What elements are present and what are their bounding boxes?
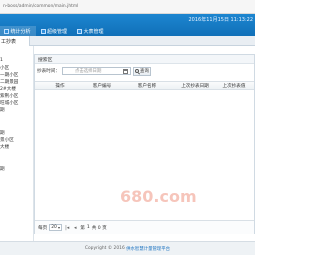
copyright-text: Copyright © 2016: [84, 246, 125, 251]
nav-label-stats: 统计分析: [10, 28, 31, 35]
query-button[interactable]: 查询: [132, 66, 151, 76]
search-icon: [134, 69, 139, 73]
col-op[interactable]: 操作: [53, 83, 67, 89]
page-info-label: 第: [80, 225, 85, 231]
nav-item-admin[interactable]: 超级管理: [36, 26, 73, 36]
reading-date-input[interactable]: 点击选择日期: [61, 67, 131, 75]
sidebar-item[interactable]: 2#大楼: [0, 86, 16, 92]
total-pages-label: 共 0 页: [91, 225, 107, 231]
tab-bar: 工抄表: [0, 36, 255, 46]
sidebar-item[interactable]: 旺城小区: [0, 100, 18, 106]
admin-icon: [40, 28, 46, 34]
col-last-date[interactable]: 上次抄表日期: [180, 83, 210, 89]
meter-icon: [77, 28, 83, 34]
search-panel-title: 搜索区: [35, 55, 254, 64]
page-size-label: 每页: [38, 225, 48, 231]
col-last-value[interactable]: 上次抄表值: [221, 83, 247, 89]
page-size-select[interactable]: 20: [49, 224, 63, 231]
chevron-down-icon: [58, 226, 61, 229]
reading-panel: 搜索区 抄表时间： 点击选择日期 查询 操作 客户编号 客户名称 上次抄表日期 …: [34, 54, 255, 234]
address-url: n-boss/admin/common/main.jhtml: [3, 4, 79, 9]
col-customer-name[interactable]: 客户名称: [136, 83, 158, 89]
sidebar-item[interactable]: 期: [0, 107, 5, 113]
nav-item-stats[interactable]: 统计分析: [0, 26, 36, 36]
sidebar-item[interactable]: 1: [0, 58, 3, 63]
search-row: 抄表时间： 点击选择日期 查询: [35, 64, 254, 78]
header-datetime: 2016年11月15日 11:13:22: [188, 17, 254, 23]
nav-label-meter: 大表管理: [83, 28, 104, 35]
footer: Copyright © 2016 供水智慧计量管理平台: [0, 241, 255, 255]
sidebar-item[interactable]: 一期小区: [0, 72, 18, 78]
app-header: 2016年11月15日 11:13:22 统计分析 超级管理 大表管理: [0, 14, 255, 36]
address-bar[interactable]: n-boss/admin/common/main.jhtml: [0, 0, 255, 14]
sidebar-item[interactable]: 期: [0, 166, 5, 172]
sidebar-item[interactable]: 小区: [0, 65, 9, 71]
sidebar-item[interactable]: 期: [0, 130, 5, 136]
prev-page-icon[interactable]: ◂: [72, 225, 78, 231]
sidebar-item[interactable]: 大楼: [0, 144, 9, 150]
query-button-label: 查询: [139, 69, 150, 74]
watermark: 680.com: [120, 187, 197, 206]
main-nav: 统计分析 超级管理 大表管理: [0, 26, 109, 36]
sidebar: 1 小区 一期小区 二期景园 2#大楼 紫荆小区 旺城小区 期 期 景小区 大楼…: [0, 46, 34, 241]
page-size-value: 20: [51, 225, 57, 230]
page-number[interactable]: 1: [87, 225, 90, 230]
reading-time-label: 抄表时间：: [37, 69, 60, 74]
calendar-icon[interactable]: [122, 69, 128, 74]
date-placeholder: 点击选择日期: [74, 69, 102, 74]
first-page-icon[interactable]: |◂: [64, 225, 70, 231]
footer-brand-link[interactable]: 供水智慧计量管理平台: [126, 246, 170, 252]
sidebar-item[interactable]: 紫荆小区: [0, 93, 18, 99]
nav-label-admin: 超级管理: [47, 28, 68, 35]
col-customer-code[interactable]: 客户编号: [91, 83, 113, 89]
tab-label: 工抄表: [1, 38, 17, 45]
table-header: 操作 客户编号 客户名称 上次抄表日期 上次抄表值: [35, 81, 254, 90]
nav-item-meter[interactable]: 大表管理: [72, 26, 109, 36]
pager: 每页 20 |◂ ◂ 第 1 共 0 页: [35, 220, 254, 234]
sidebar-item[interactable]: 景小区: [0, 137, 14, 143]
chart-icon: [4, 28, 9, 34]
sidebar-item[interactable]: 二期景园: [0, 79, 18, 85]
tab-manual-reading[interactable]: 工抄表: [0, 36, 30, 46]
